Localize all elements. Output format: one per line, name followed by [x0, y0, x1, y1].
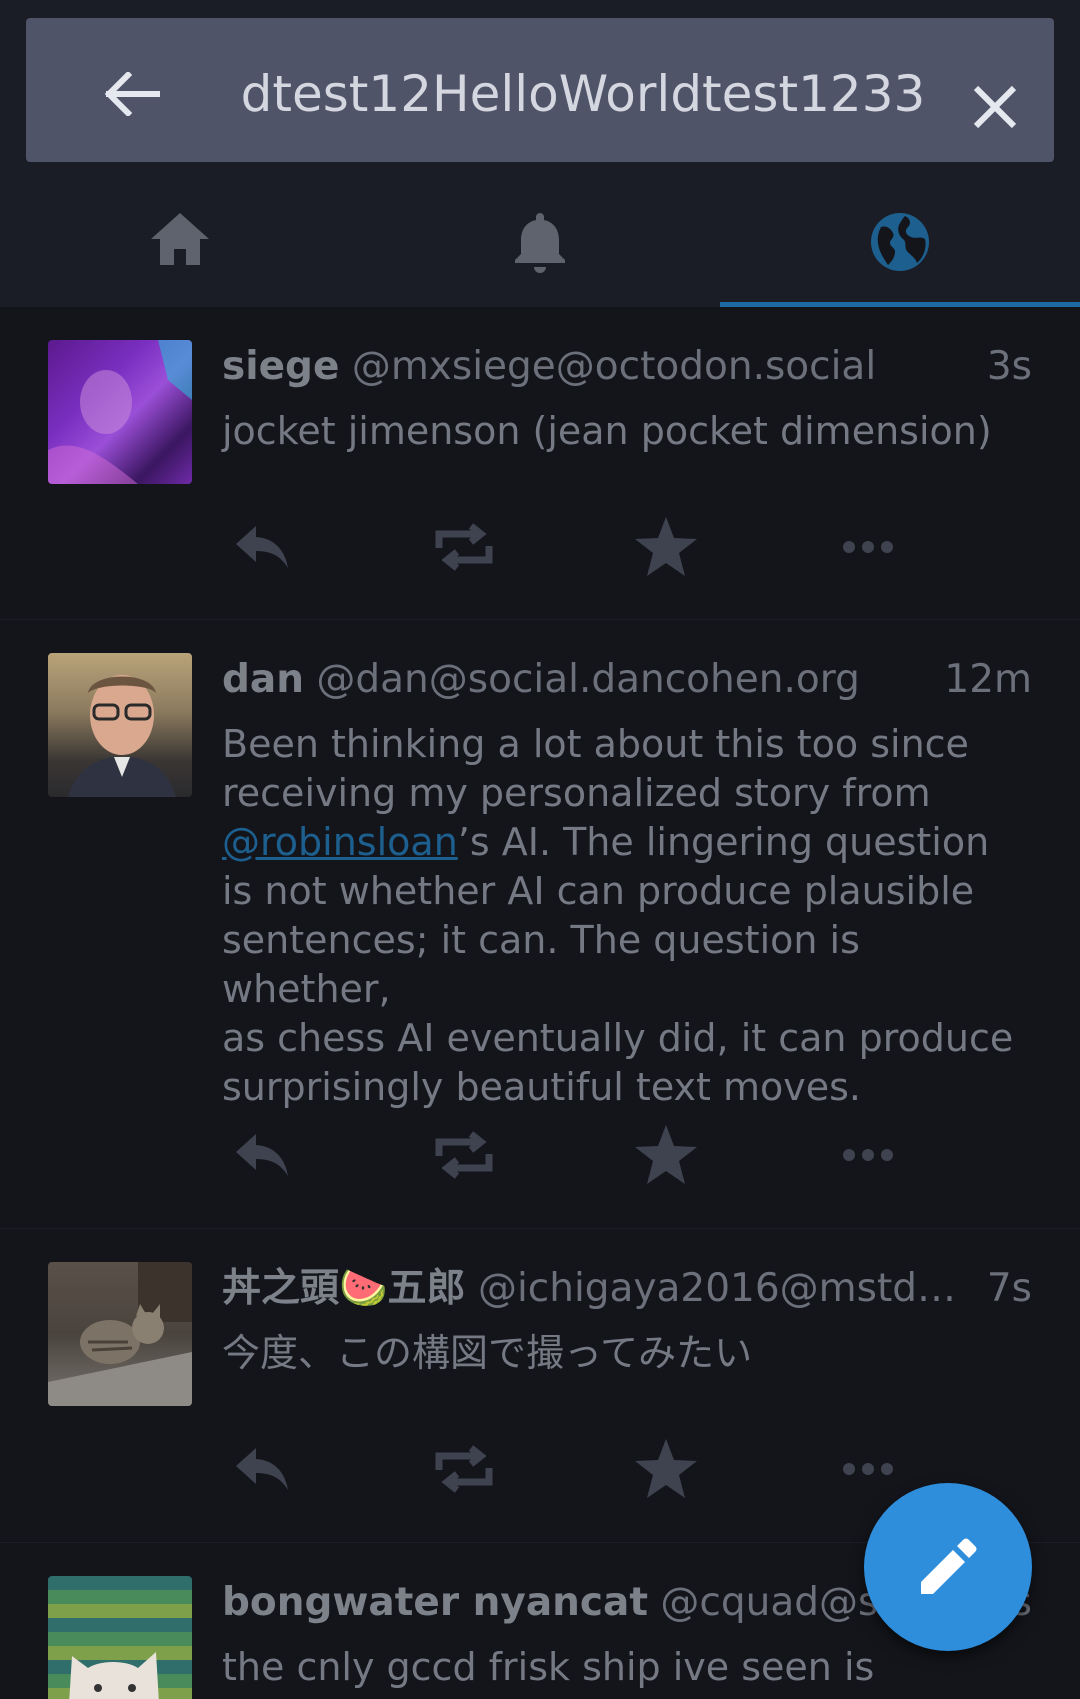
display-name[interactable]: dan — [222, 657, 304, 702]
status-content: jocket jimenson (jean pocket dimension) — [222, 409, 992, 453]
status-actions — [222, 507, 1032, 587]
tab-home[interactable] — [0, 175, 360, 307]
tab-notifications[interactable] — [360, 175, 720, 307]
reply-icon[interactable] — [222, 1115, 302, 1195]
timeline-tabs — [0, 175, 1080, 307]
avatar[interactable] — [48, 1262, 192, 1406]
favourite-icon[interactable] — [626, 1115, 706, 1195]
status-header: siege @mxsiege@octodon.social 3s — [222, 337, 1032, 397]
more-icon[interactable] — [828, 1115, 908, 1195]
timestamp: 12m — [938, 650, 1032, 710]
content-line: surprisingly beautiful text moves. — [222, 1065, 862, 1109]
reply-icon[interactable] — [222, 1429, 302, 1509]
status-actions — [222, 1115, 1032, 1195]
content-line: @robinsloan’s AI. The lingering question — [222, 820, 990, 864]
account-handle[interactable]: @dan@social.dancohen.org — [316, 657, 859, 702]
search-input[interactable]: dtest12HelloWorldtest1233 — [238, 62, 928, 126]
mention-link[interactable]: @robinsloan — [222, 820, 458, 864]
status-item[interactable]: dan @dan@social.dancohen.org 12m Been th… — [0, 620, 1080, 1229]
timestamp: 3s — [980, 337, 1032, 397]
status-content: 今度、この構図で撮ってみたい — [222, 1331, 753, 1375]
content-line: is not whether AI can produce plausible — [222, 869, 975, 913]
boost-icon[interactable] — [424, 1429, 504, 1509]
timestamp: 7s — [980, 1259, 1032, 1319]
home-icon — [151, 213, 209, 265]
back-arrow-icon[interactable] — [104, 70, 160, 118]
content-line: Been thinking a lot about this too since — [222, 722, 969, 766]
favourite-icon[interactable] — [626, 1429, 706, 1509]
content-line: receiving my personalized story from — [222, 771, 931, 815]
avatar[interactable] — [48, 653, 192, 797]
display-name[interactable]: bongwater nyancat — [222, 1580, 648, 1625]
avatar[interactable] — [48, 1576, 192, 1699]
bell-icon — [515, 213, 565, 273]
pencil-icon — [921, 1538, 977, 1594]
search-bar: dtest12HelloWorldtest1233 — [26, 18, 1054, 162]
globe-icon — [871, 213, 929, 271]
close-icon[interactable] — [972, 84, 1018, 130]
search-header: dtest12HelloWorldtest1233 — [0, 0, 1080, 175]
status-item[interactable]: siege @mxsiege@octodon.social 3s jocket … — [0, 307, 1080, 620]
favourite-icon[interactable] — [626, 507, 706, 587]
status-header: 丼之頭🍉五郎 @ichigaya2016@mstdn.… 7s — [222, 1259, 1032, 1319]
boost-icon[interactable] — [424, 1115, 504, 1195]
content-line: sentences; it can. The question is wheth… — [222, 918, 860, 1011]
boost-icon[interactable] — [424, 507, 504, 587]
content-line: as chess AI eventually did, it can produ… — [222, 1016, 1014, 1060]
display-name[interactable]: siege — [222, 344, 339, 389]
status-content: the cnly gccd frisk ship ive seen is — [222, 1645, 875, 1689]
avatar[interactable] — [48, 340, 192, 484]
reply-icon[interactable] — [222, 507, 302, 587]
compose-button[interactable] — [864, 1483, 1032, 1651]
more-icon[interactable] — [828, 1429, 908, 1509]
status-header: dan @dan@social.dancohen.org 12m — [222, 650, 1032, 710]
more-icon[interactable] — [828, 507, 908, 587]
tab-federated[interactable] — [720, 175, 1080, 307]
display-name[interactable]: 丼之頭🍉五郎 — [222, 1266, 466, 1311]
status-content: Been thinking a lot about this too since… — [222, 720, 1032, 1112]
account-handle[interactable]: @ichigaya2016@mstdn.… — [478, 1266, 993, 1311]
account-handle[interactable]: @mxsiege@octodon.social — [352, 344, 876, 389]
